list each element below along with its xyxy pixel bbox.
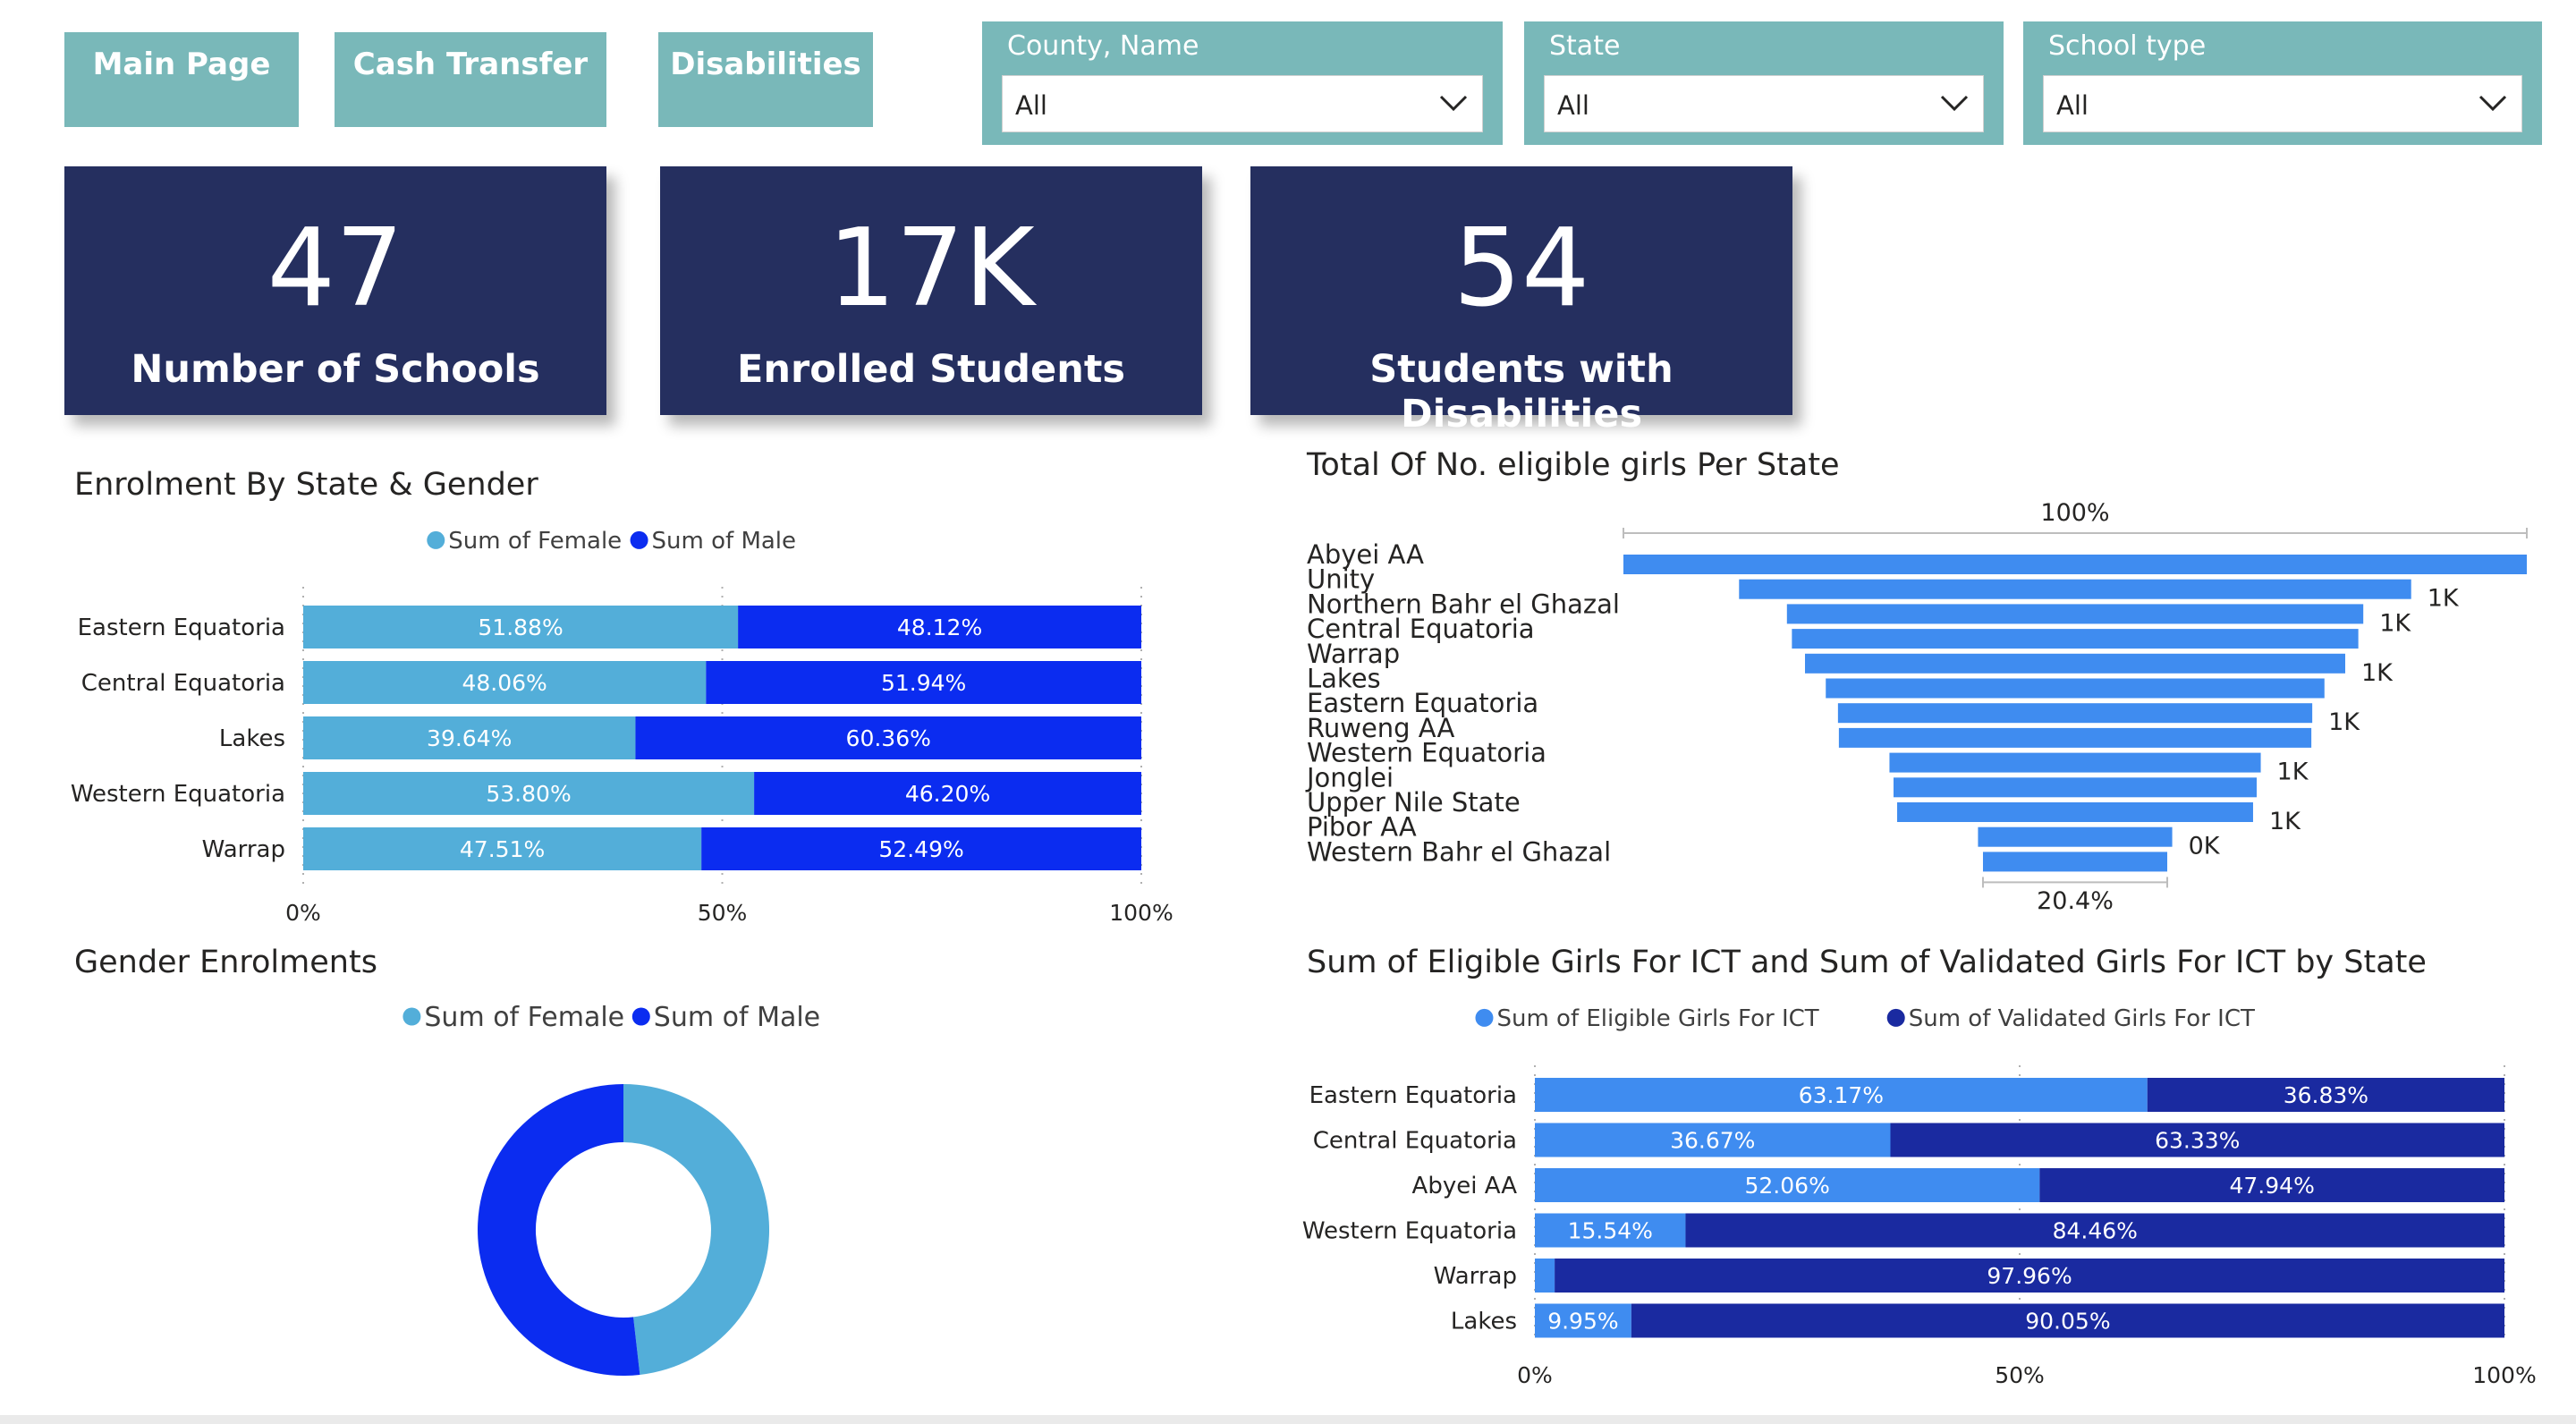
donut-slice xyxy=(478,1084,640,1376)
legend-label: Sum of Eligible Girls For ICT xyxy=(1496,1005,1818,1032)
legend-label: Sum of Male xyxy=(652,528,796,555)
funnel-bar xyxy=(1792,629,2359,649)
category-label: Eastern Equatoria xyxy=(1309,1082,1517,1109)
data-label: 36.83% xyxy=(2284,1082,2368,1108)
data-label: 36.67% xyxy=(1670,1128,1755,1154)
data-label: 46.20% xyxy=(905,781,990,807)
category-label: Central Equatoria xyxy=(1313,1128,1517,1155)
legend-marker xyxy=(630,530,648,549)
funnel-bar xyxy=(1889,752,2261,773)
legend-marker xyxy=(402,1007,421,1026)
x-tick-label: 50% xyxy=(698,900,748,926)
data-label: 52.49% xyxy=(878,836,963,862)
category-label: Western Equatoria xyxy=(1302,1218,1517,1245)
gender-enrolments-donut-chart: Sum of Female Sum of Male xyxy=(402,1002,820,1376)
data-label: 52.06% xyxy=(1745,1173,1830,1199)
legend-marker xyxy=(631,1007,650,1026)
charts-layer: Sum of Female Sum of Male 0% 50% 100% Eastern… xyxy=(71,499,2537,1388)
funnel-bar xyxy=(1826,678,2325,699)
funnel-bar xyxy=(1623,555,2527,574)
data-label: 15.54% xyxy=(1568,1218,1653,1244)
funnel-bar xyxy=(1786,604,2364,624)
data-label: 90.05% xyxy=(2025,1309,2110,1335)
data-label: 60.36% xyxy=(846,725,931,751)
funnel-data-label: 1K xyxy=(2428,585,2460,613)
data-label: 63.17% xyxy=(1799,1082,1884,1108)
legend-label: Sum of Validated Girls For ICT xyxy=(1909,1005,2255,1032)
funnel-bar xyxy=(1739,579,2411,599)
funnel-data-label: 1K xyxy=(2277,759,2309,786)
legend-label: Sum of Female xyxy=(424,1002,624,1033)
data-label: 53.80% xyxy=(486,781,571,807)
category-label: Warrap xyxy=(1434,1263,1517,1290)
category-label: Western Equatoria xyxy=(71,781,285,808)
x-tick-label: 0% xyxy=(1517,1362,1553,1388)
funnel-bar xyxy=(1897,802,2253,822)
x-tick-label: 50% xyxy=(1995,1362,2045,1388)
data-label: 39.64% xyxy=(427,725,512,751)
data-label: 51.94% xyxy=(881,670,966,696)
category-label: Eastern Equatoria xyxy=(78,615,285,641)
category-label: Central Equatoria xyxy=(81,670,285,697)
legend-marker xyxy=(427,530,445,549)
enrolment-by-state-chart: Sum of Female Sum of Male 0% 50% 100% Eastern… xyxy=(71,528,1174,926)
funnel-bar xyxy=(1838,727,2312,748)
legend-marker xyxy=(1886,1008,1905,1027)
funnel-data-label: 1K xyxy=(2269,808,2301,835)
data-label: 47.94% xyxy=(2230,1173,2315,1199)
ict-girls-chart: Sum of Eligible Girls For ICT Sum of Vali… xyxy=(1302,1005,2537,1388)
funnel-bar xyxy=(1982,852,2168,872)
eligible-girls-funnel-chart: 100%Abyei AAUnity1KNorthern Bahr el Ghaz… xyxy=(1305,499,2528,915)
funnel-bottom-label: 20.4% xyxy=(2037,887,2114,915)
x-tick-label: 0% xyxy=(285,900,321,926)
funnel-data-label: 1K xyxy=(2379,609,2411,637)
category-label: Abyei AA xyxy=(1412,1173,1518,1199)
data-label: 48.12% xyxy=(897,615,982,640)
funnel-data-label: 1K xyxy=(2328,708,2360,736)
funnel-data-label: 0K xyxy=(2189,833,2221,860)
bar-segment xyxy=(1535,1259,1555,1293)
funnel-top-label: 100% xyxy=(2040,499,2109,527)
page-footer xyxy=(0,1415,2576,1424)
x-tick-label: 100% xyxy=(2472,1362,2536,1388)
funnel-bar xyxy=(1805,653,2345,674)
category-label: Warrap xyxy=(202,836,285,863)
data-label: 48.06% xyxy=(462,670,547,696)
legend-label: Sum of Male xyxy=(654,1002,820,1033)
x-tick-label: 100% xyxy=(1109,900,1173,926)
data-label: 84.46% xyxy=(2053,1218,2138,1244)
category-label: Lakes xyxy=(219,725,285,752)
legend-label: Sum of Female xyxy=(448,528,622,555)
legend-marker xyxy=(1475,1008,1494,1027)
data-label: 9.95% xyxy=(1547,1309,1618,1335)
data-label: 47.51% xyxy=(460,836,545,862)
data-label: 63.33% xyxy=(2155,1128,2240,1154)
funnel-bar xyxy=(1837,703,2313,724)
data-label: 51.88% xyxy=(478,615,563,640)
data-label: 97.96% xyxy=(1987,1263,2072,1289)
funnel-category-label: Western Bahr el Ghazal xyxy=(1307,836,1611,867)
funnel-bar xyxy=(1893,777,2258,798)
donut-slice xyxy=(623,1084,770,1375)
funnel-bar xyxy=(1978,826,2173,847)
category-label: Lakes xyxy=(1451,1309,1517,1335)
funnel-data-label: 1K xyxy=(2361,659,2394,687)
